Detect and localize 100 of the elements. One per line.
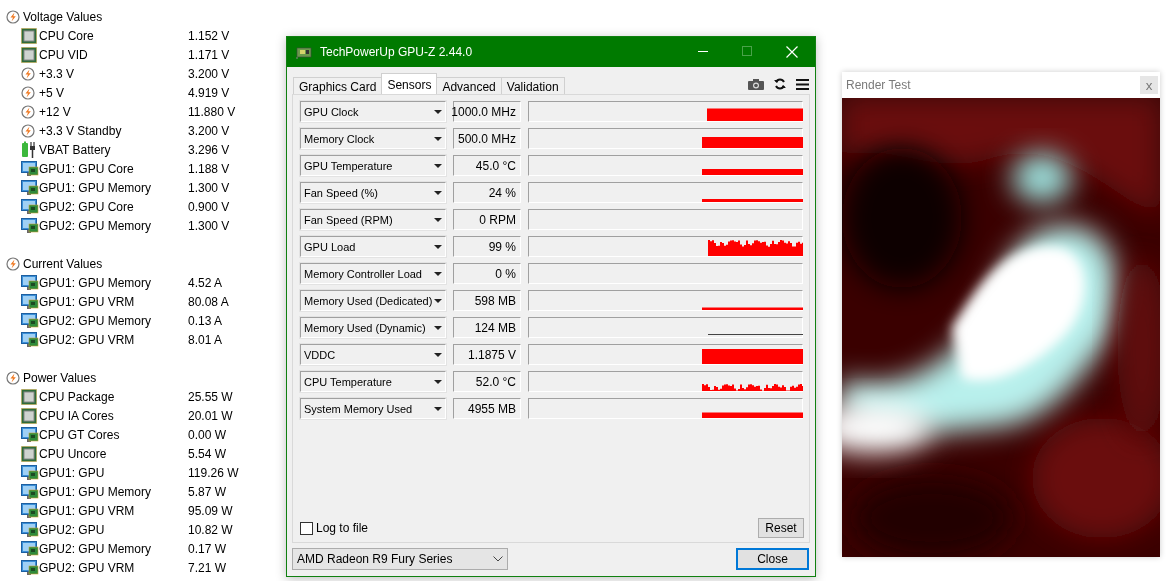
sensor-value: 25.55 W [188, 389, 234, 404]
close-button[interactable]: Close [736, 548, 809, 570]
sensor-label: GPU1: GPU [39, 465, 106, 480]
monitor-icon [21, 293, 39, 310]
chip-icon [21, 445, 37, 462]
sensor-value: 0 % [453, 263, 521, 284]
close-icon[interactable] [786, 46, 798, 58]
bolt-icon [21, 104, 35, 119]
monitor-icon [21, 217, 39, 234]
sensor-label: VBAT Battery [39, 142, 112, 157]
camera-icon[interactable] [748, 78, 764, 90]
caret-icon [434, 136, 442, 141]
reset-button[interactable]: Reset [758, 518, 804, 538]
sensor-value: 0.17 W [188, 541, 227, 556]
sensor-label: GPU1: GPU Memory [39, 484, 153, 499]
monitor-icon [21, 160, 39, 177]
sensor-dropdown[interactable]: Memory Used (Dedicated) [300, 290, 446, 311]
log-checkbox[interactable]: Log to file [300, 521, 369, 535]
sensor-label: GPU2: GPU Memory [39, 313, 153, 328]
sensor-label: GPU1: GPU Memory [39, 275, 153, 290]
tab[interactable]: Advanced [436, 77, 502, 94]
sensor-value: 1.300 V [188, 218, 231, 233]
sensor-value: 1.300 V [188, 180, 231, 195]
caret-icon [434, 352, 442, 357]
sensor-label: +12 V [39, 104, 72, 119]
sensor-label: GPU2: GPU [39, 522, 106, 537]
monitor-icon [21, 426, 39, 443]
chip-icon [21, 407, 37, 424]
caret-icon [434, 244, 442, 249]
sensor-dropdown[interactable]: GPU Temperature [300, 155, 446, 176]
sensor-label: GPU1: GPU Memory [39, 180, 153, 195]
caret-icon [434, 325, 442, 330]
sensor-value: 3.200 V [188, 123, 231, 138]
sensor-label: CPU GT Cores [39, 427, 121, 442]
sensor-dropdown[interactable]: GPU Clock [300, 101, 446, 122]
caret-icon [434, 109, 442, 114]
sensor-value: 124 MB [453, 317, 521, 338]
monitor-icon [21, 483, 39, 500]
chip-icon [21, 46, 37, 63]
sensor-dropdown[interactable]: Fan Speed (%) [300, 182, 446, 203]
bolt-icon [21, 66, 35, 81]
sensor-label: GPU1: GPU VRM [39, 294, 136, 309]
battery-icon [21, 141, 36, 158]
tab[interactable]: Graphics Card [293, 77, 383, 94]
sensor-dropdown[interactable]: GPU Load [300, 236, 446, 257]
sensor-label: +5 V [39, 85, 66, 100]
sensor-dropdown[interactable]: Memory Used (Dynamic) [300, 317, 446, 338]
monitor-icon [21, 331, 39, 348]
tab[interactable]: Validation [500, 77, 565, 94]
sensor-value: 500.0 MHz [453, 128, 521, 149]
sensor-value: 11.880 V [188, 104, 237, 119]
monitor-icon [21, 521, 39, 538]
menu-icon[interactable] [796, 78, 809, 90]
sensor-dropdown[interactable]: Memory Controller Load [300, 263, 446, 284]
sensor-value: 1.188 V [188, 161, 231, 176]
caret-icon [434, 406, 442, 411]
monitor-icon [21, 274, 39, 291]
sensor-value: 80.08 A [188, 294, 230, 309]
tab[interactable]: Sensors [381, 73, 438, 94]
section-title: Voltage Values [23, 9, 103, 24]
sensor-dropdown[interactable]: Fan Speed (RPM) [300, 209, 446, 230]
sensor-value: 24 % [453, 182, 521, 203]
window-title: Render Test [846, 78, 912, 92]
caret-icon [434, 190, 442, 195]
sensor-value: 95.09 W [188, 503, 234, 518]
bolt-icon [6, 370, 20, 385]
sensor-dropdown[interactable]: CPU Temperature [300, 371, 446, 392]
sensor-label: GPU2: GPU Memory [39, 541, 153, 556]
sensor-dropdown[interactable]: VDDC [300, 344, 446, 365]
chip-icon [21, 388, 37, 405]
caret-icon [434, 217, 442, 222]
sensor-value: 1000.0 MHz [453, 101, 521, 122]
sensor-label: GPU1: GPU Core [39, 161, 135, 176]
sensor-value: 0 RPM [453, 209, 521, 230]
sensor-label: GPU2: GPU VRM [39, 560, 136, 575]
sensor-value: 4.919 V [188, 85, 231, 100]
sensor-label: GPU1: GPU VRM [39, 503, 136, 518]
sensor-value: 4955 MB [453, 398, 521, 419]
sensor-value: 45.0 °C [453, 155, 521, 176]
sensor-dropdown[interactable]: Memory Clock [300, 128, 446, 149]
sensor-label: GPU2: GPU Memory [39, 218, 153, 233]
sensor-label: CPU IA Cores [39, 408, 115, 423]
section-title: Power Values [23, 370, 97, 385]
sensor-value: 0.13 A [188, 313, 224, 328]
sensor-value: 5.54 W [188, 446, 227, 461]
sensor-value: 7.21 W [188, 560, 227, 575]
sensor-dropdown[interactable]: System Memory Used [300, 398, 446, 419]
caret-icon [434, 298, 442, 303]
sensor-label: CPU Uncore [39, 446, 108, 461]
monitor-icon [21, 559, 39, 576]
graphics-card-icon [296, 44, 312, 60]
sensor-label: CPU VID [39, 47, 89, 62]
close-button[interactable]: x [1140, 76, 1158, 94]
sensor-label: CPU Package [39, 389, 116, 404]
card-select[interactable]: AMD Radeon R9 Fury Series [292, 548, 508, 570]
sensor-value: 4.52 A [188, 275, 224, 290]
sensor-label: GPU2: GPU Core [39, 199, 135, 214]
refresh-icon[interactable] [774, 78, 786, 90]
sensor-value: 598 MB [453, 290, 521, 311]
sensor-value: 1.171 V [188, 47, 231, 62]
